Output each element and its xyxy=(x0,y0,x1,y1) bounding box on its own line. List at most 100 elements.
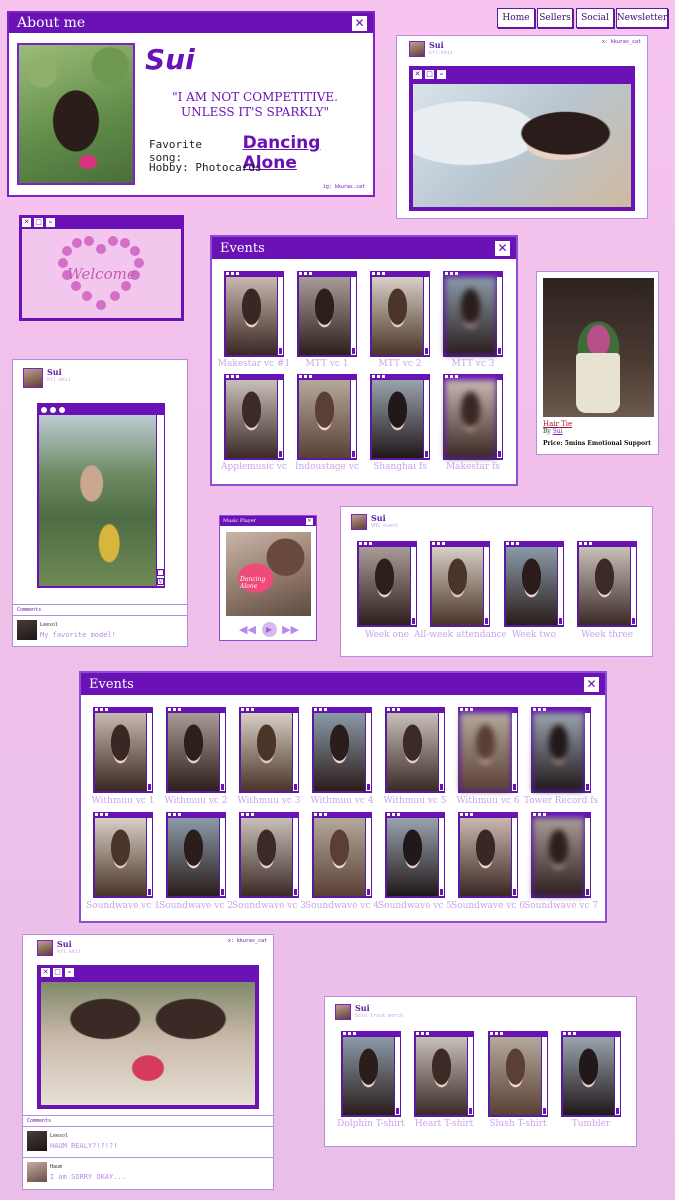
chevron-down-icon[interactable]: v xyxy=(157,578,164,585)
nav-sellers[interactable]: Sellers xyxy=(537,8,573,28)
window-controls xyxy=(445,374,458,379)
post-handle: Solo truck merch xyxy=(355,1013,404,1019)
shop-item-link[interactable]: Hair Tie xyxy=(543,420,572,428)
photocard[interactable] xyxy=(312,707,372,793)
photocard[interactable] xyxy=(297,374,357,460)
photocard[interactable] xyxy=(341,1031,401,1117)
photocard[interactable] xyxy=(443,374,503,460)
window-controls xyxy=(95,812,108,817)
photocard-image xyxy=(241,713,292,791)
post-handle: ktl.kkii xyxy=(47,377,72,383)
scrollbar xyxy=(615,1037,620,1115)
rewind-icon[interactable]: ◀◀ xyxy=(239,623,256,636)
photocard[interactable] xyxy=(414,1031,474,1117)
plant-pot-icon xyxy=(576,353,620,413)
chevron-up-icon[interactable]: ^ xyxy=(157,569,164,576)
avatar xyxy=(335,1004,351,1020)
photocard-image xyxy=(533,713,584,791)
photocard[interactable] xyxy=(531,812,591,898)
photocard[interactable] xyxy=(531,707,591,793)
photocard[interactable] xyxy=(370,271,430,357)
photocard[interactable] xyxy=(166,812,226,898)
minimize-icon[interactable]: – xyxy=(437,70,446,79)
avatar xyxy=(37,940,53,956)
photo-window: ✕ □ – xyxy=(37,965,259,1109)
photocard-caption: Soundwave vc 4 xyxy=(305,901,379,911)
photocard-image xyxy=(359,547,410,625)
window-controls xyxy=(95,707,108,712)
window-controls xyxy=(387,707,400,712)
photocard[interactable] xyxy=(166,707,226,793)
scrollbar xyxy=(220,818,225,896)
photocard[interactable] xyxy=(239,707,299,793)
photocard[interactable] xyxy=(357,541,417,627)
photocard-image xyxy=(343,1037,394,1115)
maximize-icon[interactable]: □ xyxy=(425,70,434,79)
window-controls xyxy=(490,1031,503,1036)
photocard[interactable] xyxy=(312,812,372,898)
close-icon[interactable]: ✕ xyxy=(306,517,313,525)
close-icon[interactable]: ✕ xyxy=(495,240,510,256)
scrollbar xyxy=(424,380,429,458)
events-window-2: Events ✕ Withmuu vc 1 Withmuu vc 2 Withmuu… xyxy=(79,671,607,923)
scrollbar xyxy=(585,818,590,896)
maximize-icon[interactable]: □ xyxy=(53,968,62,977)
shop-seller-link[interactable]: Sui xyxy=(553,428,563,435)
photocard-caption: Shanghai fs xyxy=(373,462,427,472)
photocard[interactable] xyxy=(93,812,153,898)
photocard[interactable] xyxy=(224,374,284,460)
welcome-panel: Welcome xyxy=(22,229,181,318)
maximize-icon[interactable]: □ xyxy=(34,218,43,227)
photocard[interactable] xyxy=(297,271,357,357)
photocard[interactable] xyxy=(385,812,445,898)
scrollbar xyxy=(512,713,517,791)
photocard-caption: Withmuu vc 1 xyxy=(91,796,155,806)
comment-text: My favorite model! xyxy=(40,631,116,639)
photocard[interactable] xyxy=(93,707,153,793)
photocard-caption: Soundwave vc 1 xyxy=(86,901,160,911)
minimize-icon[interactable]: – xyxy=(46,218,55,227)
scrollbar xyxy=(395,1037,400,1115)
nav-social[interactable]: Social xyxy=(576,8,614,28)
avatar xyxy=(17,620,37,640)
comment-user: Leesol xyxy=(50,1133,69,1139)
close-icon[interactable]: ✕ xyxy=(22,218,31,227)
scrollbar[interactable]: ^ v xyxy=(157,415,164,586)
photocard[interactable] xyxy=(443,271,503,357)
photocard[interactable] xyxy=(458,812,518,898)
window-controls xyxy=(533,707,546,712)
window-controls: ✕ □ – xyxy=(41,968,74,977)
photocard[interactable] xyxy=(430,541,490,627)
close-icon[interactable]: ✕ xyxy=(584,676,599,692)
post-card-4: Sui ktl.kkii x: kkuras_cat ✕ □ – Comments … xyxy=(22,934,274,1190)
window-controls xyxy=(460,707,473,712)
photocard[interactable] xyxy=(385,707,445,793)
music-player: Music Player ✕ Dancing Alone ◀◀ ▶ ▶▶ xyxy=(219,515,317,641)
photocard[interactable] xyxy=(577,541,637,627)
scrollbar xyxy=(512,818,517,896)
post-author: Sui xyxy=(57,939,72,949)
song-link[interactable]: Dancing Alone xyxy=(243,133,373,173)
minimize-icon[interactable]: – xyxy=(65,968,74,977)
forward-icon[interactable]: ▶▶ xyxy=(282,623,299,636)
events-titlebar: Events ✕ xyxy=(81,673,605,695)
photocard-image xyxy=(416,1037,467,1115)
photocard[interactable] xyxy=(370,374,430,460)
nav-newsletter[interactable]: Newsletter xyxy=(616,8,668,28)
avatar xyxy=(409,41,425,57)
nav-home[interactable]: Home xyxy=(497,8,535,28)
photocard[interactable] xyxy=(224,271,284,357)
photocard[interactable] xyxy=(504,541,564,627)
close-icon[interactable]: ✕ xyxy=(41,968,50,977)
photocard[interactable] xyxy=(239,812,299,898)
post-header: Sui ktl.kkii xyxy=(409,41,453,57)
close-icon[interactable]: ✕ xyxy=(352,15,367,31)
photocard[interactable] xyxy=(458,707,518,793)
photocard[interactable] xyxy=(561,1031,621,1117)
post-card-1: Sui ktl.kkii x: kkuras_cat ✕ □ – xyxy=(396,35,648,219)
close-icon[interactable]: ✕ xyxy=(413,70,422,79)
play-icon[interactable]: ▶ xyxy=(261,621,277,637)
photocard-caption: Withmuu vc 5 xyxy=(383,796,447,806)
window-controls xyxy=(314,812,327,817)
photocard[interactable] xyxy=(488,1031,548,1117)
